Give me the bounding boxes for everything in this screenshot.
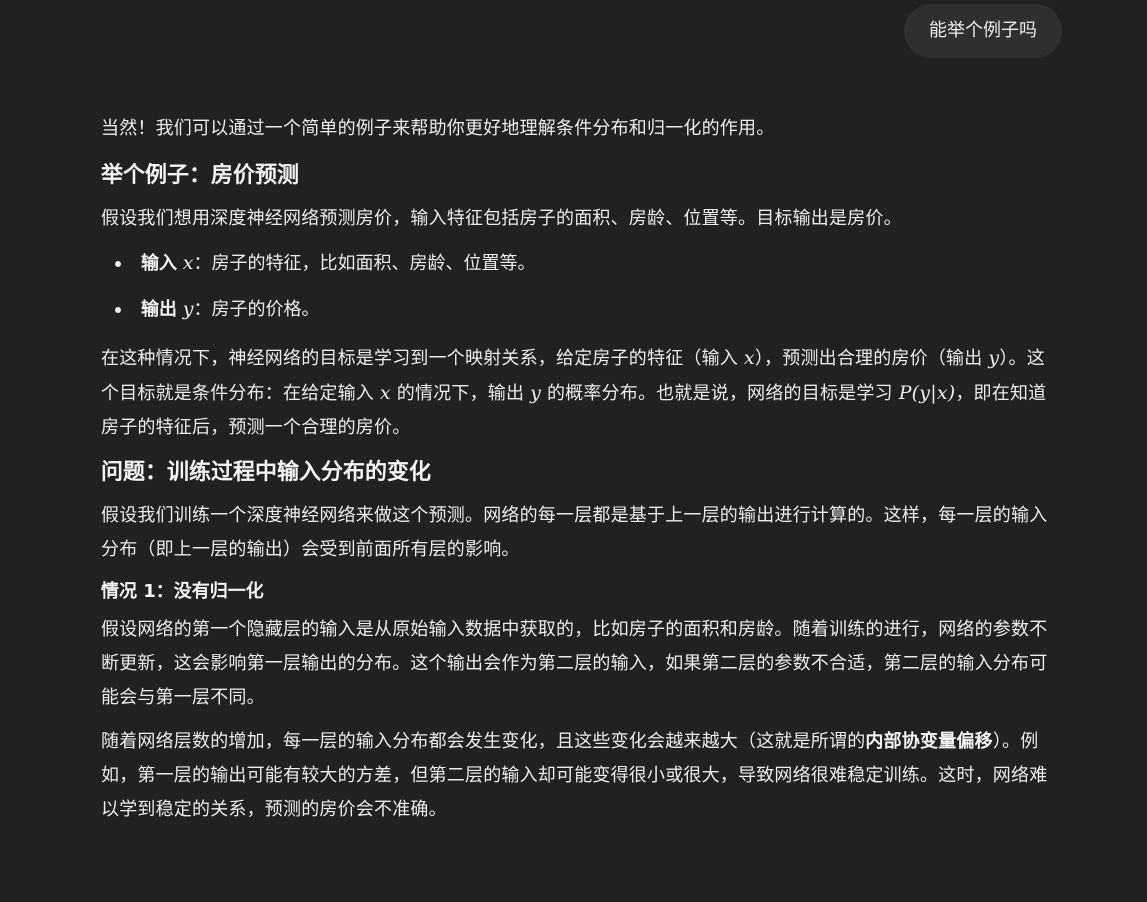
math-variable: y: [182, 298, 194, 320]
math-variable: y: [988, 347, 1000, 369]
bold-term: 内部协变量偏移: [865, 731, 993, 752]
section-heading-problem: 问题：训练过程中输入分布的变化: [101, 460, 432, 485]
list-item: 输入 x：房子的特征，比如面积、房龄、位置等。: [101, 246, 1063, 281]
assistant-response: 当然！我们可以通过一个简单的例子来帮助你更好地理解条件分布和归一化的作用。 举个…: [101, 112, 1063, 837]
intro-paragraph: 当然！我们可以通过一个简单的例子来帮助你更好地理解条件分布和归一化的作用。: [101, 118, 775, 139]
text-span: 的情况下，输出: [390, 383, 531, 404]
conditional-distribution-paragraph: 在这种情况下，神经网络的目标是学习到一个映射关系，给定房子的特征（输入 x），预…: [101, 341, 1063, 445]
text-span: 随着网络层数的增加，每一层的输入分布都会发生变化，且这些变化会越来越大（这就是所…: [101, 731, 866, 752]
math-variable: y: [530, 382, 542, 404]
bullet-text: ：房子的价格。: [193, 299, 320, 320]
text-span: 在这种情况下，神经网络的目标是学习到一个映射关系，给定房子的特征（输入: [101, 348, 744, 369]
problem-paragraph: 假设我们训练一个深度神经网络来做这个预测。网络的每一层都是基于上一层的输出进行计…: [101, 505, 1048, 560]
bullet-label: 输出: [141, 299, 177, 320]
math-variable: x: [182, 252, 194, 274]
case-paragraph-2: 随着网络层数的增加，每一层的输入分布都会发生变化，且这些变化会越来越大（这就是所…: [101, 725, 1063, 827]
list-item: 输出 y：房子的价格。: [101, 292, 1063, 327]
math-variable: x: [379, 382, 391, 404]
text-span: ），预测出合理的房价（输出: [754, 348, 989, 369]
case-paragraph-1: 假设网络的第一个隐藏层的输入是从原始输入数据中获取的，比如房子的面积和房龄。随着…: [101, 619, 1048, 708]
math-formula: P(y|x): [898, 382, 956, 404]
example-paragraph: 假设我们想用深度神经网络预测房价，输入特征包括房子的面积、房龄、位置等。目标输出…: [101, 208, 902, 229]
subsection-heading: 情况 1：没有归一化: [101, 581, 264, 602]
math-variable: x: [743, 347, 755, 369]
section-heading-example: 举个例子：房价预测: [101, 163, 300, 188]
text-span: 的概率分布。也就是说，网络的目标是学习: [541, 383, 899, 404]
bullet-label: 输入: [141, 253, 177, 274]
bullet-text: ：房子的特征，比如面积、房龄、位置等。: [193, 253, 536, 274]
user-message-bubble: 能举个例子吗: [904, 4, 1062, 58]
bullet-list: 输入 x：房子的特征，比如面积、房龄、位置等。 输出 y：房子的价格。: [101, 246, 1063, 327]
